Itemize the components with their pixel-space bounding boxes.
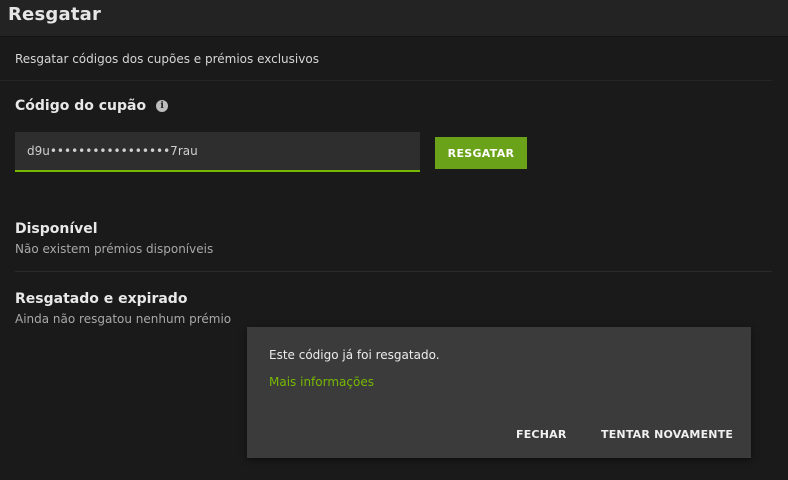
- more-info-link[interactable]: Mais informações: [269, 375, 374, 389]
- info-icon[interactable]: i: [156, 100, 169, 112]
- page-subtitle: Resgatar códigos dos cupões e prémios ex…: [15, 52, 319, 66]
- coupon-code-label-row: Código do cupão i: [15, 98, 169, 114]
- coupon-code-label: Código do cupão: [15, 98, 147, 114]
- coupon-code-input[interactable]: [15, 132, 420, 172]
- redeem-button[interactable]: RESGATAR: [435, 137, 527, 169]
- redeem-window: Resgatar Resgatar códigos dos cupões e p…: [0, 0, 788, 480]
- section-divider: [15, 271, 772, 272]
- close-button[interactable]: FECHAR: [516, 428, 567, 441]
- redeemed-section-title: Resgatado e expirado: [15, 291, 188, 307]
- window-title: Resgatar: [8, 4, 102, 25]
- title-bar: Resgatar: [0, 0, 788, 37]
- toast-message: Este código já foi resgatado.: [269, 348, 440, 362]
- available-section-title: Disponível: [15, 221, 98, 237]
- redeemed-section-description: Ainda não resgatou nenhum prémio: [15, 312, 232, 326]
- available-section-description: Não existem prémios disponíveis: [15, 242, 214, 256]
- retry-button[interactable]: TENTAR NOVAMENTE: [601, 428, 733, 441]
- header-row: Resgatar códigos dos cupões e prémios ex…: [0, 44, 772, 81]
- error-toast: Este código já foi resgatado. Mais infor…: [247, 327, 751, 458]
